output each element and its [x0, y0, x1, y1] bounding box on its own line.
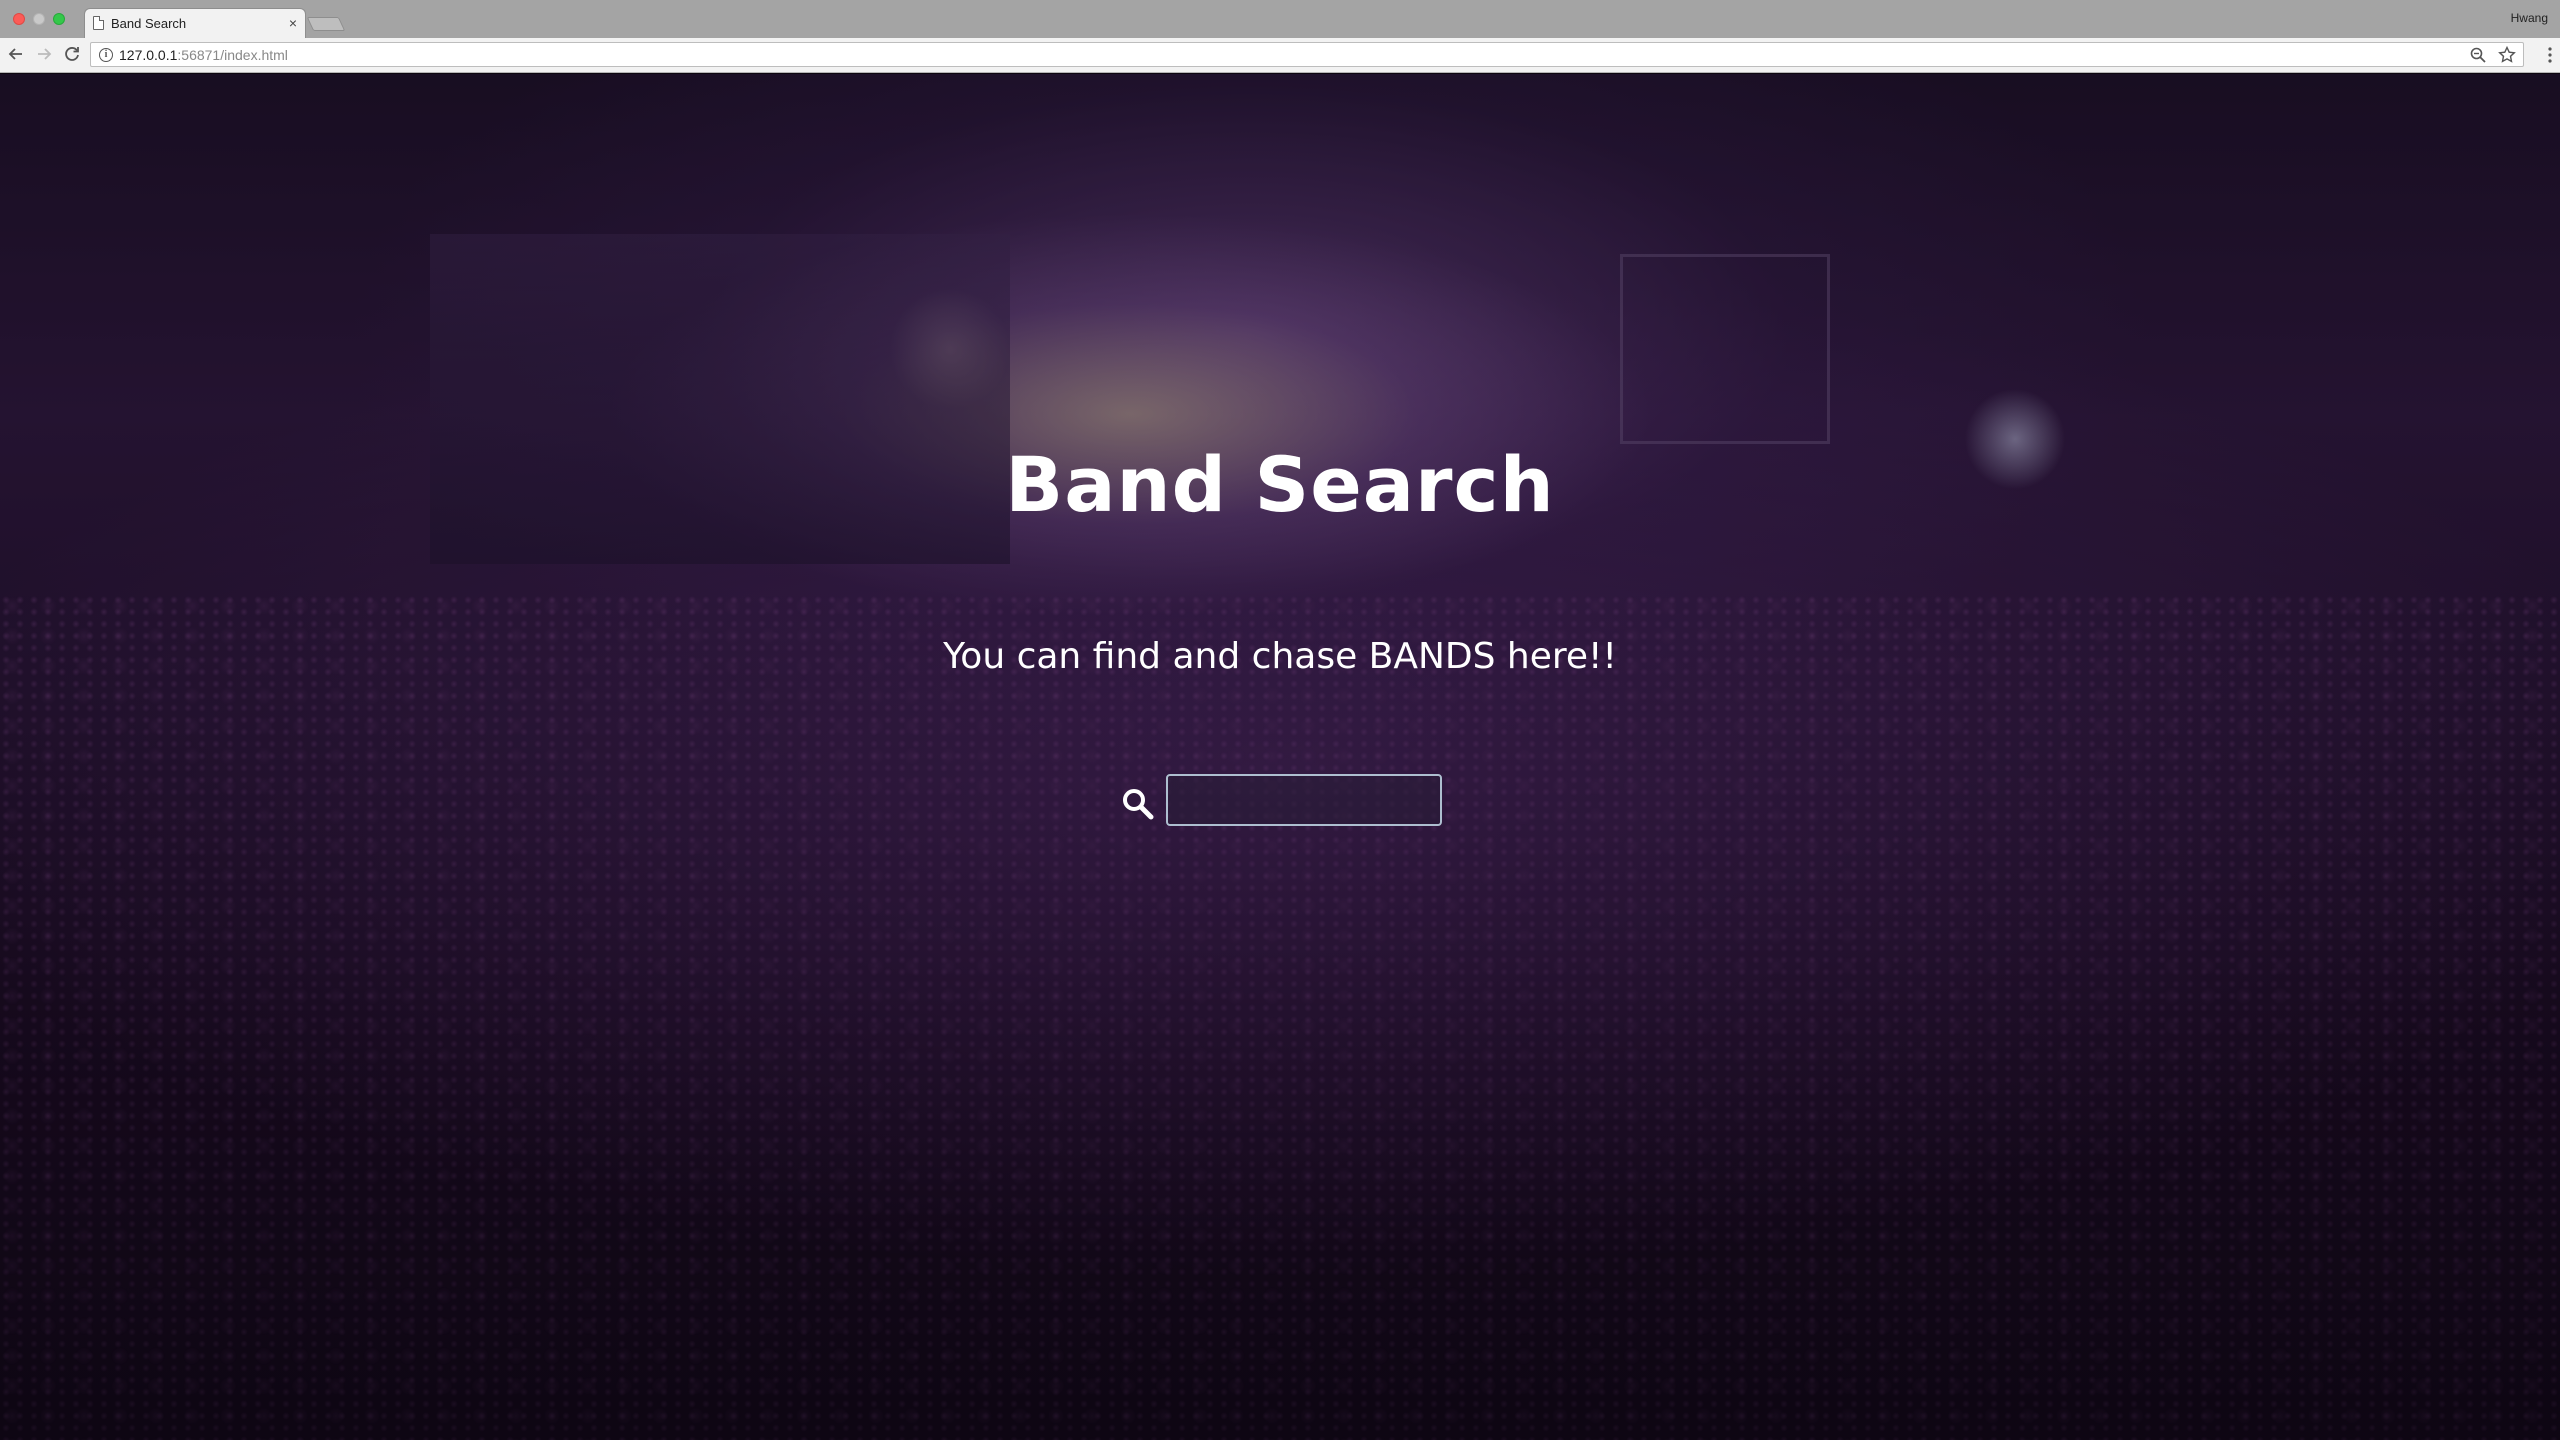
browser-tab-bar: Band Search × Hwang	[0, 0, 2560, 38]
page-subtitle: You can find and chase BANDS here!!	[943, 636, 1617, 677]
new-tab-button[interactable]	[306, 17, 346, 31]
search-icon	[1123, 789, 1154, 820]
tab-close-icon[interactable]: ×	[289, 15, 297, 31]
bookmark-star-icon[interactable]	[2497, 45, 2517, 65]
url-text[interactable]: 127.0.0.1:56871/index.html	[119, 47, 288, 63]
more-menu-icon[interactable]	[2548, 46, 2552, 64]
arrow-left-icon	[8, 48, 22, 60]
profile-name[interactable]: Hwang	[2511, 11, 2548, 25]
forward-button[interactable]	[33, 43, 55, 65]
tab-band-search[interactable]: Band Search ×	[84, 8, 306, 38]
close-window-button[interactable]	[13, 13, 25, 25]
minimize-window-button[interactable]	[33, 13, 45, 25]
site-info-icon[interactable]: i	[99, 48, 113, 62]
reload-icon	[65, 47, 79, 61]
reload-button[interactable]	[61, 43, 83, 65]
back-button[interactable]	[5, 43, 27, 65]
address-bar[interactable]: i 127.0.0.1:56871/index.html	[90, 42, 2524, 67]
maximize-window-button[interactable]	[53, 13, 65, 25]
zoom-icon[interactable]	[2469, 46, 2487, 64]
tab-title: Band Search	[111, 16, 187, 31]
page-title: Band Search	[1005, 440, 1555, 529]
page-icon	[93, 16, 104, 30]
arrow-right-icon	[38, 48, 52, 60]
search-input[interactable]	[1166, 774, 1442, 826]
url-path: :56871/index.html	[177, 47, 288, 63]
url-host: 127.0.0.1	[119, 47, 178, 63]
page-background: Band Search You can find and chase BANDS…	[0, 74, 2560, 1440]
dark-overlay	[0, 74, 2560, 1440]
browser-toolbar: i 127.0.0.1:56871/index.html	[0, 38, 2560, 73]
